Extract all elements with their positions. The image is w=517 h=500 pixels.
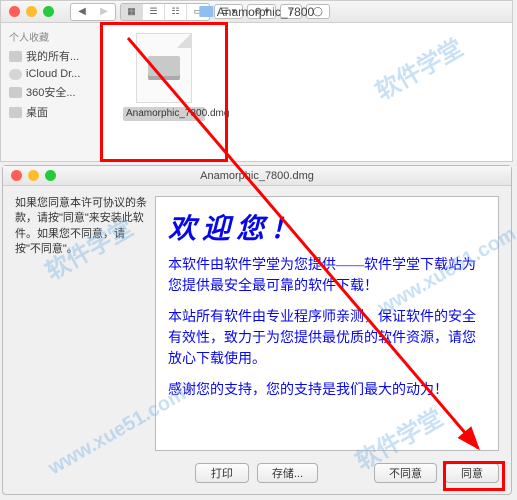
cloud-icon (9, 69, 22, 80)
license-text-panel[interactable]: 欢迎您！ 本软件由软件学堂为您提供——软件学堂下载站为您提供最安全最可靠的软件下… (155, 196, 499, 451)
disagree-button[interactable]: 不同意 (374, 463, 437, 483)
dialog-title: Anamorphic_7800.dmg (200, 170, 314, 182)
file-pane[interactable]: Anamorphic_7800.dmg (101, 23, 512, 161)
minimize-icon[interactable] (26, 6, 37, 17)
view-switcher: ▦ ☰ ☷ ▭ (120, 3, 210, 21)
minimize-icon[interactable] (28, 170, 39, 181)
sidebar-item-360[interactable]: 360安全... (1, 82, 100, 102)
license-dialog: Anamorphic_7800.dmg 如果您同意本许可协议的条款，请按"同意"… (2, 165, 512, 495)
forward-button[interactable]: ▶ (93, 4, 115, 20)
drive-icon (9, 51, 22, 62)
agree-button[interactable]: 同意 (445, 463, 499, 483)
maximize-icon[interactable] (45, 170, 56, 181)
icon-view-button[interactable]: ▦ (121, 4, 143, 20)
close-icon[interactable] (11, 170, 22, 181)
sidebar-heading: 个人收藏 (1, 27, 100, 46)
sidebar: 个人收藏 我的所有... iCloud Dr... 360安全... 桌面 (1, 23, 101, 161)
welcome-title: 欢迎您！ (168, 207, 486, 247)
dmg-icon (136, 33, 192, 103)
license-p1: 本软件由软件学堂为您提供——软件学堂下载站为您提供最安全最可靠的软件下载！ (168, 255, 486, 297)
file-item[interactable]: Anamorphic_7800.dmg (123, 33, 205, 121)
sidebar-item-label: 桌面 (26, 104, 48, 120)
dialog-description: 如果您同意本许可协议的条款，请按"同意"来安装此软件。如果您不同意，请按"不同意… (15, 196, 147, 451)
license-p3: 感谢您的支持，您的支持是我们最大的动力！ (168, 380, 486, 401)
folder-icon (9, 87, 22, 98)
window-controls[interactable] (9, 6, 54, 17)
license-body: 本软件由软件学堂为您提供——软件学堂下载站为您提供最安全最可靠的软件下载！ 本站… (168, 255, 486, 401)
sidebar-item-desktop[interactable]: 桌面 (1, 102, 100, 122)
maximize-icon[interactable] (43, 6, 54, 17)
print-button[interactable]: 打印 (195, 463, 249, 483)
sidebar-item-label: iCloud Dr... (26, 68, 80, 80)
desktop-icon (9, 107, 22, 118)
window-title: Anamorphic_7800 (199, 5, 314, 19)
back-button[interactable]: ◀ (71, 4, 93, 20)
sidebar-item-icloud[interactable]: iCloud Dr... (1, 66, 100, 82)
license-p2: 本站所有软件由专业程序师亲测，保证软件的安全有效性，致力于为您提供最优质的软件资… (168, 307, 486, 370)
folder-icon (199, 6, 213, 17)
sidebar-item-allfiles[interactable]: 我的所有... (1, 46, 100, 66)
window-controls[interactable] (11, 170, 56, 181)
window-title-text: Anamorphic_7800 (217, 5, 314, 19)
nav-arrows: ◀ ▶ (70, 3, 116, 21)
sidebar-item-label: 360安全... (26, 84, 76, 100)
list-view-button[interactable]: ☰ (143, 4, 165, 20)
disk-icon (148, 56, 180, 80)
file-label: Anamorphic_7800.dmg (123, 107, 205, 121)
close-icon[interactable] (9, 6, 20, 17)
column-view-button[interactable]: ☷ (165, 4, 187, 20)
sidebar-item-label: 我的所有... (26, 48, 79, 64)
save-button[interactable]: 存储... (257, 463, 318, 483)
